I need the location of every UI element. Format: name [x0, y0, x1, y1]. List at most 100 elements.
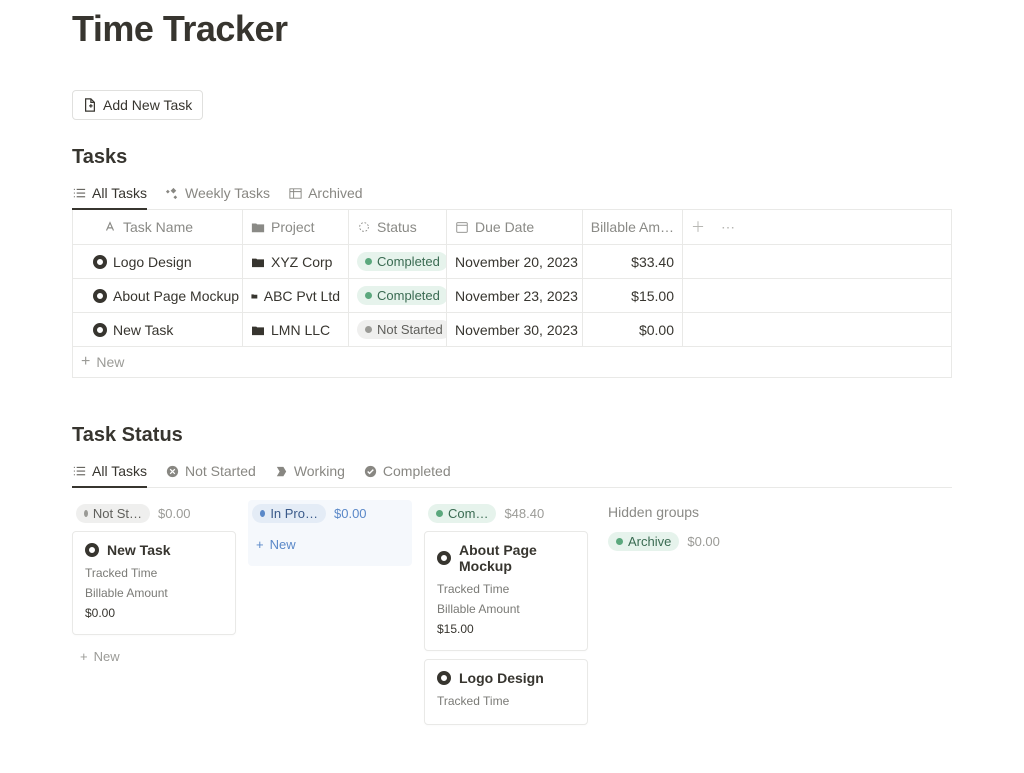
card-line: Billable Amount	[85, 586, 223, 600]
task-name: Logo Design	[113, 254, 192, 270]
tab-label: Not Started	[185, 463, 256, 479]
plus-icon: +	[256, 537, 264, 552]
task-status-icon	[85, 543, 99, 557]
column-header: Not St… $0.00	[72, 500, 236, 531]
text-icon	[103, 220, 117, 234]
project-name: XYZ Corp	[271, 254, 332, 270]
card-line: $0.00	[85, 606, 223, 620]
tab-archived[interactable]: Archived	[288, 179, 362, 209]
status-board: Not St… $0.00 New Task Tracked Time Billa…	[72, 500, 952, 733]
billable-amount: $33.40	[583, 245, 683, 278]
hidden-groups: Hidden groups Archive $0.00	[600, 500, 780, 555]
calendar-icon	[455, 220, 469, 234]
x-circle-icon	[165, 464, 180, 479]
status-tabs: All Tasks Not Started Working Completed	[72, 457, 952, 488]
table-row[interactable]: About Page Mockup ABC Pvt Ltd Completed …	[73, 279, 951, 313]
status-pill: Not Started	[357, 320, 447, 339]
column-status-pill: In Pro…	[252, 504, 326, 523]
col-label: Billable Am…	[591, 219, 674, 235]
tab-label: Weekly Tasks	[185, 185, 270, 201]
project-name: ABC Pvt Ltd	[264, 288, 340, 304]
status-icon	[357, 220, 371, 234]
tab-weekly-tasks[interactable]: Weekly Tasks	[165, 179, 270, 209]
project-name: LMN LLC	[271, 322, 330, 338]
board-card[interactable]: New Task Tracked Time Billable Amount $0.0…	[72, 531, 236, 635]
table-row[interactable]: Logo Design XYZ Corp Completed November …	[73, 245, 951, 279]
col-due-date[interactable]: Due Date	[447, 210, 583, 244]
card-line: Tracked Time	[85, 566, 223, 580]
task-name: New Task	[113, 322, 173, 338]
plus-icon: +	[81, 353, 90, 371]
col-task-name[interactable]: Task Name	[73, 210, 243, 244]
working-icon	[274, 464, 289, 479]
card-line: $15.00	[437, 622, 575, 636]
billable-amount: $15.00	[583, 279, 683, 312]
col-label: Due Date	[475, 219, 534, 235]
status-tab-completed[interactable]: Completed	[363, 457, 451, 487]
new-task-row-button[interactable]: + New	[73, 347, 951, 377]
billable-amount: $0.00	[583, 313, 683, 346]
add-new-task-label: Add New Task	[103, 97, 192, 113]
task-status-icon	[93, 289, 107, 303]
col-project[interactable]: Project	[243, 210, 349, 244]
add-card-button[interactable]: + New	[72, 643, 236, 670]
board-card[interactable]: About Page Mockup Tracked TimeBillable A…	[424, 531, 588, 651]
list-icon	[72, 186, 87, 201]
tasks-table: Task Name Project Status Due Date Billab…	[72, 210, 952, 378]
table-header: Task Name Project Status Due Date Billab…	[73, 210, 951, 245]
column-amount: $0.00	[158, 506, 191, 521]
task-status-icon	[93, 323, 107, 337]
hidden-groups-title: Hidden groups	[608, 504, 772, 520]
archive-pill: Archive	[608, 532, 679, 551]
board-card[interactable]: Logo Design Tracked Time	[424, 659, 588, 725]
add-new-task-button[interactable]: Add New Task	[72, 90, 203, 120]
task-status-heading: Task Status	[72, 424, 952, 447]
column-status-pill: Com…	[428, 504, 496, 523]
status-tab-notstarted[interactable]: Not Started	[165, 457, 256, 487]
card-title-text: New Task	[107, 542, 171, 558]
status-tab-all[interactable]: All Tasks	[72, 457, 147, 487]
status-tab-working[interactable]: Working	[274, 457, 345, 487]
hidden-group-row[interactable]: Archive $0.00	[608, 532, 772, 551]
col-label: Project	[271, 219, 315, 235]
table-row[interactable]: New Task LMN LLC Not Started November 30…	[73, 313, 951, 347]
tab-label: All Tasks	[92, 185, 147, 201]
relation-icon	[251, 220, 265, 234]
tasks-heading: Tasks	[72, 146, 952, 169]
due-date: November 30, 2023	[447, 313, 583, 346]
col-status[interactable]: Status	[349, 210, 447, 244]
sparkle-icon	[165, 186, 180, 201]
task-status-icon	[93, 255, 107, 269]
folder-icon	[251, 256, 265, 268]
tab-label: Archived	[308, 185, 362, 201]
more-icon[interactable]: ⋯	[721, 219, 735, 236]
task-status-icon	[437, 551, 451, 565]
board-column: In Pro… $0.00 + New	[248, 500, 412, 566]
card-title-text: Logo Design	[459, 670, 544, 686]
col-billable[interactable]: Billable Am…	[583, 210, 683, 244]
list-icon	[72, 464, 87, 479]
add-card-button[interactable]: + New	[248, 531, 412, 558]
table-icon	[288, 186, 303, 201]
board-column: Not St… $0.00 New Task Tracked Time Billa…	[72, 500, 236, 670]
plus-icon: +	[80, 649, 88, 664]
folder-icon	[251, 324, 265, 336]
new-label: New	[96, 354, 124, 370]
add-column-button[interactable]: ＋	[691, 217, 705, 237]
folder-icon	[251, 290, 258, 302]
status-pill: Completed	[357, 286, 447, 305]
tasks-tabs: All Tasks Weekly Tasks Archived	[72, 179, 952, 210]
column-amount: $48.40	[504, 506, 544, 521]
col-label: Task Name	[123, 219, 193, 235]
task-name: About Page Mockup	[113, 288, 239, 304]
hidden-amount: $0.00	[687, 534, 720, 549]
col-actions: ＋ ⋯	[683, 210, 951, 244]
card-line: Tracked Time	[437, 694, 575, 708]
tab-label: Working	[294, 463, 345, 479]
page-add-icon	[83, 98, 97, 112]
due-date: November 20, 2023	[447, 245, 583, 278]
due-date: November 23, 2023	[447, 279, 583, 312]
col-label: Status	[377, 219, 417, 235]
tab-all-tasks[interactable]: All Tasks	[72, 179, 147, 209]
status-pill: Completed	[357, 252, 447, 271]
